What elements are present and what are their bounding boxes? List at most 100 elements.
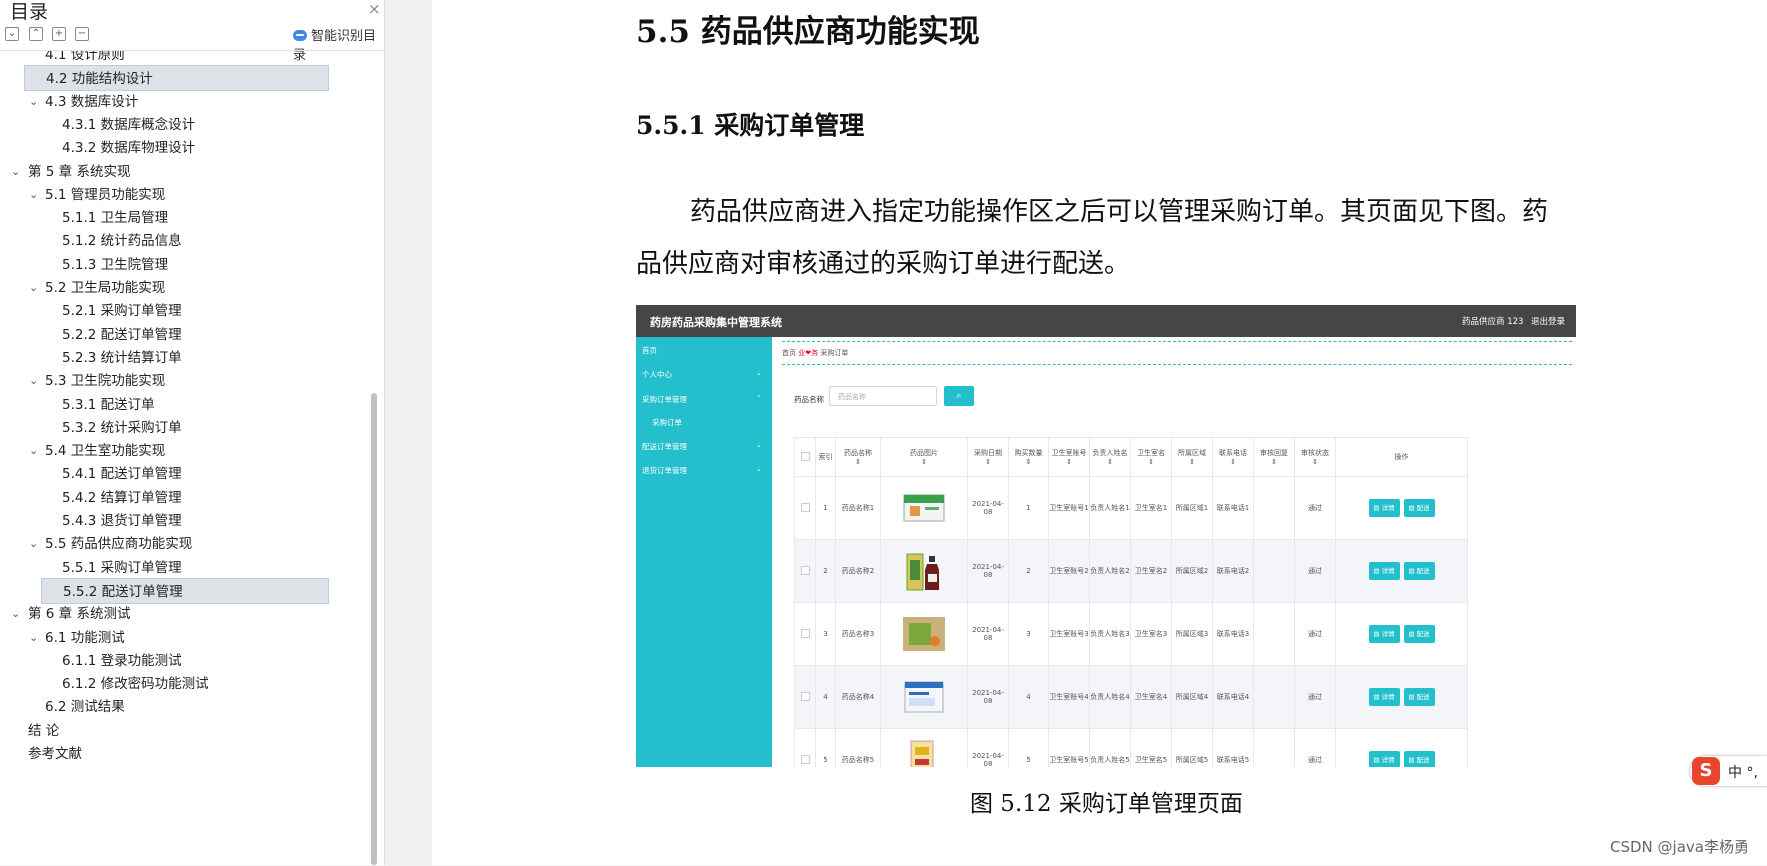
- detail-button[interactable]: ▤ 详情: [1368, 625, 1400, 643]
- toc-item[interactable]: ⌄ 4.3 数据库设计: [0, 89, 360, 115]
- ship-button[interactable]: ▤ 配送: [1403, 625, 1435, 643]
- chevron-down-icon[interactable]: ⌄: [29, 182, 41, 208]
- toc-item[interactable]: 5.5.1 采购订单管理: [0, 555, 360, 581]
- toc-item[interactable]: ⌄ 第 6 章 系统测试: [0, 601, 360, 627]
- toc-item[interactable]: ⌄ 5.3 卫生院功能实现: [0, 368, 360, 394]
- toc-item[interactable]: 5.1.2 统计药品信息: [0, 228, 360, 254]
- detail-button[interactable]: ▤ 详情: [1368, 499, 1400, 517]
- chevron-down-icon[interactable]: ⌄: [29, 89, 41, 115]
- column-header[interactable]: 卫生室账号 ⇕: [1048, 437, 1090, 477]
- chevron-down-icon[interactable]: ⌄: [29, 275, 41, 301]
- table-row[interactable]: 2 药品名称2 2021-04-08 2 卫生室账号2 负责人姓名2 卫生室名2 所属区域2 联…: [794, 539, 1468, 603]
- sort-icon[interactable]: ⇕: [1173, 458, 1212, 466]
- chevron-down-icon[interactable]: ⌄: [29, 368, 41, 394]
- sort-icon[interactable]: ⇕: [1010, 458, 1048, 466]
- sort-icon[interactable]: ⇕: [1255, 458, 1294, 466]
- toc-item[interactable]: 4.2 功能结构设计: [24, 65, 329, 92]
- toc-item[interactable]: 6.1.1 登录功能测试: [0, 648, 360, 674]
- sort-icon[interactable]: ⇕: [1132, 458, 1171, 466]
- add-icon[interactable]: +: [52, 27, 66, 41]
- toc-item[interactable]: 5.2.2 配送订单管理: [0, 322, 360, 348]
- search-button[interactable]: ⌕: [944, 386, 974, 406]
- toc-item[interactable]: 5.4.3 退货订单管理: [0, 508, 360, 534]
- sort-icon[interactable]: ⇕: [969, 458, 1008, 466]
- app-sidebar-item[interactable]: 采购订单管理: [642, 394, 687, 405]
- toc-item[interactable]: 4.3.2 数据库物理设计: [0, 135, 360, 161]
- row-checkbox[interactable]: [794, 728, 816, 767]
- collapse-all-icon[interactable]: ⌃: [29, 27, 43, 41]
- toc-item[interactable]: ⌄ 第 5 章 系统实现: [0, 159, 360, 185]
- sort-icon[interactable]: ⇕: [1091, 458, 1130, 466]
- toc-item[interactable]: 结 论: [0, 718, 360, 744]
- column-header[interactable]: 审核回复 ⇕: [1253, 437, 1295, 477]
- crumb-home[interactable]: 首页: [782, 349, 796, 357]
- toc-item[interactable]: 4.3.1 数据库概念设计: [0, 112, 360, 138]
- toc-item[interactable]: 5.2.1 采购订单管理: [0, 298, 360, 324]
- expand-all-icon[interactable]: ⌄: [5, 27, 19, 41]
- chevron-down-icon[interactable]: ⌄: [29, 531, 41, 557]
- detail-button[interactable]: ▤ 详情: [1368, 688, 1400, 706]
- chevron-down-icon[interactable]: ⌄: [29, 438, 41, 464]
- toc-item[interactable]: 5.4.2 结算订单管理: [0, 485, 360, 511]
- toc-item[interactable]: ⌄ 6.1 功能测试: [0, 625, 360, 651]
- sort-icon[interactable]: ⇕: [1296, 458, 1335, 466]
- app-sidebar-item[interactable]: 个人中心: [642, 369, 672, 380]
- toc-item[interactable]: 5.3.2 统计采购订单: [0, 415, 360, 441]
- chevron-down-icon[interactable]: ⌄: [29, 625, 41, 651]
- row-checkbox[interactable]: [794, 476, 816, 540]
- toc-item[interactable]: 5.4.1 配送订单管理: [0, 461, 360, 487]
- toc-item[interactable]: 5.3.1 配送订单: [0, 392, 360, 418]
- detail-button[interactable]: ▤ 详情: [1368, 751, 1400, 767]
- toc-item[interactable]: 参考文献: [0, 741, 360, 767]
- ship-button[interactable]: ▤ 配送: [1403, 688, 1435, 706]
- column-header[interactable]: 卫生室名 ⇕: [1130, 437, 1172, 477]
- app-sidebar-item[interactable]: 配送订单管理: [642, 441, 687, 452]
- column-header[interactable]: 购买数量 ⇕: [1008, 437, 1049, 477]
- chevron-down-icon[interactable]: ⌄: [11, 601, 23, 627]
- column-header[interactable]: 审核状态 ⇕: [1294, 437, 1336, 477]
- toc-item[interactable]: ⌄ 5.2 卫生局功能实现: [0, 275, 360, 301]
- toc-item[interactable]: 6.2 测试结果: [0, 694, 360, 720]
- sort-icon[interactable]: ⇕: [1050, 458, 1089, 466]
- column-header[interactable]: 药品名称 ⇕: [835, 437, 881, 477]
- sort-icon[interactable]: ⇕: [882, 458, 967, 466]
- chevron-down-icon[interactable]: ⌄: [11, 159, 23, 185]
- table-row[interactable]: 4 药品名称4 2021-04-08 4 卫生室账号4 负责人姓名4 卫生室名4 所属区域4 联…: [794, 665, 1468, 729]
- column-header[interactable]: 联系电话 ⇕: [1212, 437, 1254, 477]
- app-sidebar-item[interactable]: 采购订单: [652, 417, 682, 428]
- sort-icon[interactable]: ⇕: [837, 458, 880, 466]
- toc-item[interactable]: 5.2.3 统计结算订单: [0, 345, 360, 371]
- toc-scrollbar[interactable]: [371, 393, 377, 865]
- remove-icon[interactable]: −: [75, 27, 89, 41]
- ship-button[interactable]: ▤ 配送: [1403, 562, 1435, 580]
- row-checkbox[interactable]: [794, 602, 816, 666]
- table-row[interactable]: 5 药品名称5 2021-04-08 5 卫生室账号5 负责人姓名5 卫生室名5 所属区域5 联…: [794, 728, 1468, 767]
- row-checkbox[interactable]: [794, 665, 816, 729]
- ime-toolbar[interactable]: S 中 °,: [1690, 756, 1767, 786]
- column-header[interactable]: 操作: [1335, 437, 1468, 477]
- toc-item[interactable]: ⌄ 5.5 药品供应商功能实现: [0, 531, 360, 557]
- toc-item[interactable]: ⌄ 5.4 卫生室功能实现: [0, 438, 360, 464]
- app-sidebar-item[interactable]: 首页: [642, 345, 657, 356]
- toc-item[interactable]: 5.1.3 卫生院管理: [0, 252, 360, 278]
- toc-item[interactable]: 5.5.2 配送订单管理: [41, 577, 329, 604]
- table-row[interactable]: 3 药品名称3 2021-04-08 3 卫生室账号3 负责人姓名3 卫生室名3 所属区域3 联…: [794, 602, 1468, 666]
- column-header[interactable]: 索引: [815, 437, 836, 477]
- toc-item[interactable]: 6.1.2 修改密码功能测试: [0, 671, 360, 697]
- ship-button[interactable]: ▤ 配送: [1403, 751, 1435, 767]
- column-header[interactable]: 负责人姓名 ⇕: [1089, 437, 1131, 477]
- search-input[interactable]: 药品名称: [829, 386, 937, 406]
- logout-link[interactable]: 退出登录: [1531, 315, 1565, 327]
- column-header[interactable]: 所属区域 ⇕: [1171, 437, 1213, 477]
- app-sidebar-item[interactable]: 退货订单管理: [642, 465, 687, 476]
- toc-item[interactable]: ⌄ 5.1 管理员功能实现: [0, 182, 360, 208]
- table-row[interactable]: 1 药品名称1 2021-04-08 1 卫生室账号1 负责人姓名1 卫生室名1 所属区域1 联…: [794, 476, 1468, 540]
- close-icon[interactable]: ×: [368, 0, 381, 18]
- sort-icon[interactable]: ⇕: [1214, 458, 1253, 466]
- detail-button[interactable]: ▤ 详情: [1368, 562, 1400, 580]
- ship-button[interactable]: ▤ 配送: [1403, 499, 1435, 517]
- column-header[interactable]: 药品图片 ⇕: [880, 437, 968, 477]
- column-header[interactable]: 采购日期 ⇕: [967, 437, 1009, 477]
- toc-item[interactable]: 5.1.1 卫生局管理: [0, 205, 360, 231]
- select-all-checkbox[interactable]: [794, 437, 816, 477]
